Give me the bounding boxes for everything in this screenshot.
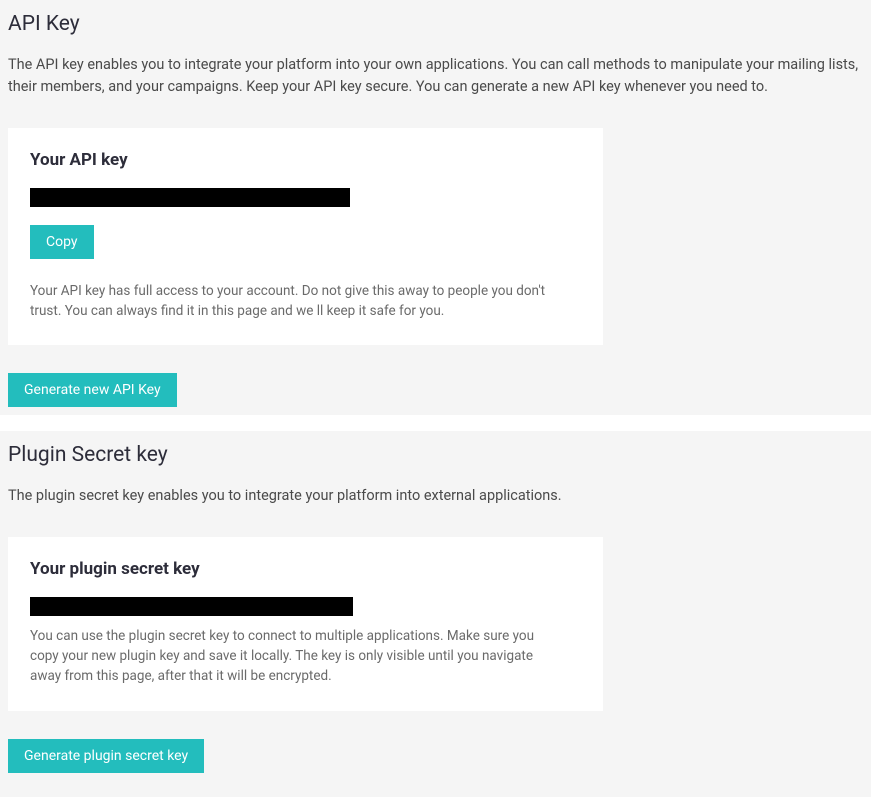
copy-button[interactable]: Copy — [30, 225, 94, 259]
api-key-description: The API key enables you to integrate you… — [8, 54, 863, 98]
api-key-section: API Key The API key enables you to integ… — [0, 0, 871, 415]
section-divider — [0, 415, 871, 431]
generate-api-key-button[interactable]: Generate new API Key — [8, 373, 177, 407]
plugin-secret-card-title: Your plugin secret key — [30, 559, 581, 579]
api-key-value-redacted — [30, 188, 350, 207]
api-key-card: Your API key Copy Your API key has full … — [8, 128, 603, 346]
api-key-note: Your API key has full access to your acc… — [30, 281, 565, 322]
api-key-card-title: Your API key — [30, 150, 581, 170]
generate-plugin-secret-button[interactable]: Generate plugin secret key — [8, 739, 204, 773]
plugin-secret-value-redacted — [30, 597, 353, 616]
plugin-secret-heading: Plugin Secret key — [8, 443, 863, 467]
plugin-secret-note: You can use the plugin secret key to con… — [30, 626, 565, 687]
api-key-heading: API Key — [8, 12, 863, 36]
plugin-secret-description: The plugin secret key enables you to int… — [8, 485, 863, 507]
plugin-secret-section: Plugin Secret key The plugin secret key … — [0, 431, 871, 781]
plugin-secret-card: Your plugin secret key You can use the p… — [8, 537, 603, 711]
